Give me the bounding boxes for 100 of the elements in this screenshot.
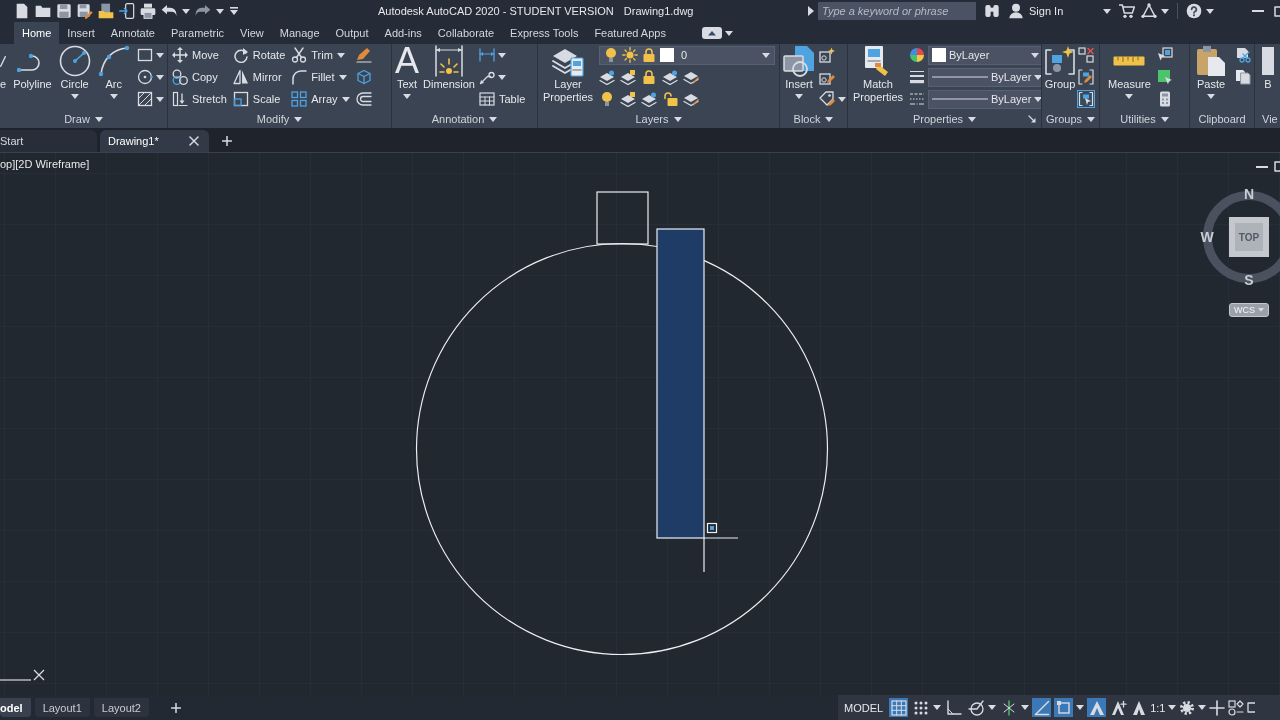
panel-toggle-icon[interactable] (701, 27, 722, 39)
layout-tab[interactable]: Layout1 (34, 698, 90, 717)
text-button[interactable]: A Text (395, 44, 419, 110)
ungroup-icon[interactable] (1078, 47, 1094, 63)
layer-stack-icon[interactable] (620, 69, 636, 85)
cursor-filled-square-icon[interactable] (1156, 69, 1173, 85)
document-folder-icon[interactable] (98, 3, 114, 19)
pencil-icon[interactable] (355, 47, 372, 63)
leader-arrow-icon[interactable] (479, 69, 495, 85)
ribbon-tab[interactable]: Parametric (162, 22, 233, 44)
panel-title[interactable]: Annotation (431, 113, 485, 125)
array-button[interactable]: Array (291, 91, 350, 107)
shopping-cart-icon[interactable] (1119, 3, 1136, 19)
polar-tracking-toggle[interactable] (966, 698, 986, 717)
folder-icon[interactable] (35, 3, 51, 19)
object-snap-tracking-toggle[interactable] (1032, 698, 1052, 717)
open-padlock-icon[interactable] (662, 91, 678, 107)
annotation-scale[interactable]: 1:1 (1150, 701, 1166, 714)
lineweight-dropdown[interactable]: ByLayer (928, 67, 1041, 87)
trim-button[interactable]: Trim (291, 47, 345, 63)
customize-menu-icon[interactable] (229, 6, 239, 16)
ribbon-tab[interactable]: Collaborate (429, 22, 503, 44)
ribbon-tab[interactable]: Featured Apps (586, 22, 674, 44)
ribbon-tab[interactable]: Insert (59, 22, 103, 44)
ribbon-tab[interactable]: Express Tools (502, 22, 587, 44)
ribbon-tab[interactable]: Output (327, 22, 377, 44)
caret-icon[interactable] (988, 705, 997, 710)
blank-page-icon[interactable] (14, 3, 30, 19)
printer-icon[interactable] (140, 3, 156, 19)
compass-ring[interactable] (1202, 191, 1280, 283)
color-wheel-icon[interactable] (909, 47, 925, 63)
polyline-button[interactable]: Polyline (13, 44, 52, 110)
ellipse-icon[interactable] (136, 69, 153, 85)
dimension-button[interactable]: Dimension (423, 44, 475, 110)
viewport-restore-icon[interactable] (1274, 161, 1280, 172)
layer-stack-icon[interactable] (599, 69, 615, 85)
document-tab[interactable]: Start (0, 130, 97, 152)
grid-toggle[interactable] (889, 698, 909, 717)
layer-stack-icon[interactable] (683, 91, 699, 107)
color-dropdown[interactable]: ByLayer (928, 45, 1041, 65)
hatch-icon[interactable] (136, 91, 153, 107)
panel-title[interactable]: Block (793, 113, 821, 125)
compass-direction[interactable]: N (1243, 186, 1255, 202)
mirror-button[interactable]: Mirror (232, 69, 282, 85)
group-cursor-icon[interactable] (1078, 91, 1094, 107)
layer-stack-icon[interactable] (641, 91, 657, 107)
scale-button[interactable]: Scale (232, 91, 281, 107)
paste-button[interactable]: Paste (1195, 44, 1227, 110)
panel-title[interactable]: Groups (1045, 113, 1083, 125)
rectangle-icon[interactable] (136, 47, 153, 63)
match-properties-button[interactable]: Match Properties (851, 44, 905, 110)
compass-direction[interactable]: W (1200, 229, 1214, 245)
caret-icon[interactable] (155, 74, 164, 80)
model-space-button[interactable]: MODEL (841, 701, 887, 714)
search-field[interactable]: Type a keyword or phrase (818, 2, 976, 20)
line-weights-icon[interactable] (909, 69, 925, 85)
caret-icon[interactable] (1103, 8, 1112, 14)
annotation-scale-icon[interactable] (1131, 699, 1148, 716)
fillet-button[interactable]: Fillet (291, 69, 347, 85)
measure-button[interactable]: Measure (1108, 44, 1151, 110)
layout-tab[interactable]: odel (0, 698, 31, 717)
binoculars-icon[interactable] (984, 3, 1000, 19)
linetype-dropdown[interactable]: ByLayer (928, 89, 1041, 109)
panel-title[interactable]: Layers (635, 113, 669, 125)
monitor-icon[interactable] (1247, 699, 1256, 716)
table-button[interactable]: Table (479, 91, 526, 107)
document-tab[interactable]: Drawing1* (100, 130, 209, 152)
shapes-icon[interactable] (1228, 699, 1245, 716)
expand-triangle-icon[interactable] (808, 6, 814, 16)
ribbon-tab[interactable]: View (232, 22, 272, 44)
cube-icon[interactable] (355, 69, 372, 85)
maximize-icon[interactable] (1274, 5, 1280, 17)
caret-icon[interactable] (216, 8, 224, 14)
caret-icon[interactable] (1168, 705, 1177, 710)
ribbon-tab[interactable]: Manage (271, 22, 328, 44)
padlock-icon[interactable] (641, 69, 657, 85)
viewport-controls[interactable]: op][2D Wireframe] (0, 158, 90, 170)
light-bulb-icon[interactable] (599, 91, 615, 107)
view-tool-button[interactable]: B (1262, 44, 1274, 110)
caret-icon[interactable] (724, 30, 733, 36)
user-icon[interactable] (1008, 3, 1024, 19)
group-button[interactable]: Group (1044, 44, 1076, 110)
caret-icon[interactable] (1076, 705, 1085, 710)
plus-icon[interactable] (221, 136, 232, 146)
insert-button[interactable]: Insert (783, 44, 815, 110)
arc-button[interactable]: Arc (97, 44, 130, 110)
panel-title[interactable]: Clipboard (1198, 113, 1246, 125)
caret-icon[interactable] (1198, 705, 1207, 710)
panel-title[interactable]: Properties (912, 113, 964, 125)
layer-stack-icon[interactable] (662, 69, 678, 85)
ortho-toggle[interactable] (944, 698, 964, 717)
caret-icon[interactable] (182, 8, 190, 14)
ribbon-tab[interactable]: Add-ins (376, 22, 430, 44)
caret-icon[interactable] (155, 52, 164, 58)
annotation-visibility-toggle[interactable] (1087, 698, 1107, 717)
settings-icon[interactable] (1179, 699, 1196, 716)
viewport-minimize-icon[interactable] (1256, 165, 1268, 168)
two-pages-icon[interactable] (1235, 69, 1251, 85)
caret-icon[interactable] (838, 96, 846, 102)
cursor-square-icon[interactable] (1156, 47, 1173, 63)
